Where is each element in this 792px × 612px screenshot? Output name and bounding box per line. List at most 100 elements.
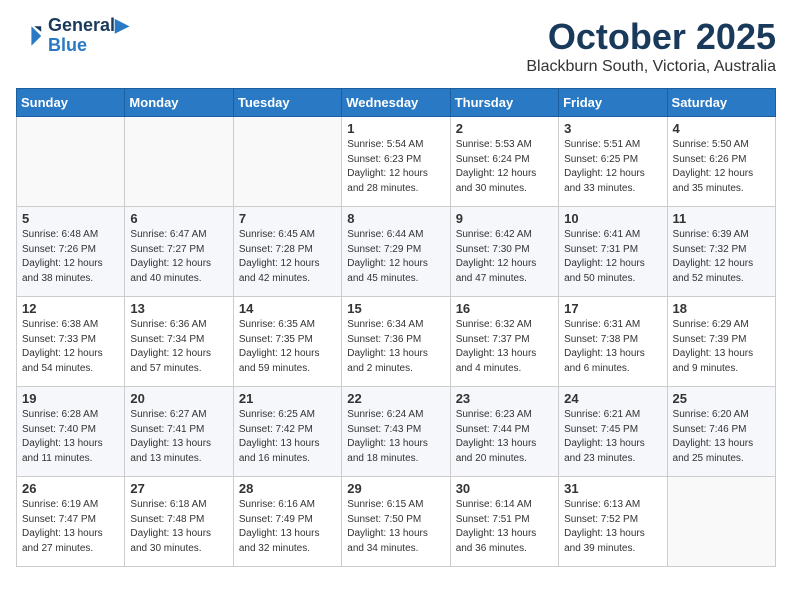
weekday-header: Sunday xyxy=(17,89,125,117)
day-info: Sunrise: 5:53 AM Sunset: 6:24 PM Dayligh… xyxy=(456,138,553,196)
calendar-cell: 8 Sunrise: 6:44 AM Sunset: 7:29 PM Daylig… xyxy=(342,207,450,297)
day-number: 28 xyxy=(239,481,336,496)
calendar-cell: 26 Sunrise: 6:19 AM Sunset: 7:47 PM Dayli… xyxy=(17,477,125,567)
logo-icon xyxy=(16,22,44,50)
calendar-cell: 3 Sunrise: 5:51 AM Sunset: 6:25 PM Daylig… xyxy=(559,117,667,207)
day-info: Sunrise: 6:27 AM Sunset: 7:41 PM Dayligh… xyxy=(130,408,227,466)
day-info: Sunrise: 6:21 AM Sunset: 7:45 PM Dayligh… xyxy=(564,408,661,466)
day-info: Sunrise: 6:29 AM Sunset: 7:39 PM Dayligh… xyxy=(673,318,770,376)
calendar-cell: 6 Sunrise: 6:47 AM Sunset: 7:27 PM Daylig… xyxy=(125,207,233,297)
day-info: Sunrise: 6:15 AM Sunset: 7:50 PM Dayligh… xyxy=(347,498,444,556)
calendar-cell xyxy=(667,477,775,567)
day-info: Sunrise: 6:18 AM Sunset: 7:48 PM Dayligh… xyxy=(130,498,227,556)
day-number: 2 xyxy=(456,121,553,136)
day-info: Sunrise: 6:34 AM Sunset: 7:36 PM Dayligh… xyxy=(347,318,444,376)
title-section: October 2025 Blackburn South, Victoria, … xyxy=(526,16,776,76)
calendar-cell: 31 Sunrise: 6:13 AM Sunset: 7:52 PM Dayli… xyxy=(559,477,667,567)
calendar-cell: 25 Sunrise: 6:20 AM Sunset: 7:46 PM Dayli… xyxy=(667,387,775,477)
calendar-cell: 7Sunrise: 6:45 AM Sunset: 7:28 PM Daylig… xyxy=(233,207,341,297)
day-number: 18 xyxy=(673,301,770,316)
calendar-table: SundayMondayTuesdayWednesdayThursdayFrid… xyxy=(16,88,776,567)
weekday-header: Saturday xyxy=(667,89,775,117)
day-info: Sunrise: 6:25 AM Sunset: 7:42 PM Dayligh… xyxy=(239,408,336,466)
weekday-header: Wednesday xyxy=(342,89,450,117)
day-info: Sunrise: 6:20 AM Sunset: 7:46 PM Dayligh… xyxy=(673,408,770,466)
day-number: 9 xyxy=(456,211,553,226)
calendar-cell: 23 Sunrise: 6:23 AM Sunset: 7:44 PM Dayli… xyxy=(450,387,558,477)
day-info: Sunrise: 6:14 AM Sunset: 7:51 PM Dayligh… xyxy=(456,498,553,556)
day-number: 11 xyxy=(673,211,770,226)
calendar-cell: 22Sunrise: 6:24 AM Sunset: 7:43 PM Dayli… xyxy=(342,387,450,477)
weekday-header-row: SundayMondayTuesdayWednesdayThursdayFrid… xyxy=(17,89,776,117)
day-number: 25 xyxy=(673,391,770,406)
calendar-cell xyxy=(233,117,341,207)
calendar-cell: 9 Sunrise: 6:42 AM Sunset: 7:30 PM Daylig… xyxy=(450,207,558,297)
calendar-cell: 20Sunrise: 6:27 AM Sunset: 7:41 PM Dayli… xyxy=(125,387,233,477)
day-number: 12 xyxy=(22,301,119,316)
calendar-cell: 18 Sunrise: 6:29 AM Sunset: 7:39 PM Dayli… xyxy=(667,297,775,387)
day-info: Sunrise: 6:44 AM Sunset: 7:29 PM Dayligh… xyxy=(347,228,444,286)
day-number: 3 xyxy=(564,121,661,136)
day-number: 17 xyxy=(564,301,661,316)
day-info: Sunrise: 6:42 AM Sunset: 7:30 PM Dayligh… xyxy=(456,228,553,286)
day-number: 15 xyxy=(347,301,444,316)
calendar-cell: 30 Sunrise: 6:14 AM Sunset: 7:51 PM Dayli… xyxy=(450,477,558,567)
calendar-cell: 12Sunrise: 6:38 AM Sunset: 7:33 PM Dayli… xyxy=(17,297,125,387)
day-number: 6 xyxy=(130,211,227,226)
day-number: 19 xyxy=(22,391,119,406)
day-number: 10 xyxy=(564,211,661,226)
calendar-week-row: 12Sunrise: 6:38 AM Sunset: 7:33 PM Dayli… xyxy=(17,297,776,387)
day-info: Sunrise: 6:47 AM Sunset: 7:27 PM Dayligh… xyxy=(130,228,227,286)
day-number: 29 xyxy=(347,481,444,496)
calendar-week-row: 1Sunrise: 5:54 AM Sunset: 6:23 PM Daylig… xyxy=(17,117,776,207)
weekday-header: Friday xyxy=(559,89,667,117)
day-number: 5 xyxy=(22,211,119,226)
day-number: 4 xyxy=(673,121,770,136)
day-info: Sunrise: 6:35 AM Sunset: 7:35 PM Dayligh… xyxy=(239,318,336,376)
calendar-cell: 2 Sunrise: 5:53 AM Sunset: 6:24 PM Daylig… xyxy=(450,117,558,207)
day-info: Sunrise: 5:50 AM Sunset: 6:26 PM Dayligh… xyxy=(673,138,770,196)
weekday-header: Thursday xyxy=(450,89,558,117)
day-number: 14 xyxy=(239,301,336,316)
calendar-cell: 4 Sunrise: 5:50 AM Sunset: 6:26 PM Daylig… xyxy=(667,117,775,207)
day-info: Sunrise: 6:19 AM Sunset: 7:47 PM Dayligh… xyxy=(22,498,119,556)
month-title: October 2025 xyxy=(526,16,776,58)
day-number: 1 xyxy=(347,121,444,136)
day-number: 22 xyxy=(347,391,444,406)
calendar-cell: 5Sunrise: 6:48 AM Sunset: 7:26 PM Daylig… xyxy=(17,207,125,297)
calendar-cell: 28Sunrise: 6:16 AM Sunset: 7:49 PM Dayli… xyxy=(233,477,341,567)
logo-text: General▶ Blue xyxy=(48,16,129,56)
day-info: Sunrise: 6:41 AM Sunset: 7:31 PM Dayligh… xyxy=(564,228,661,286)
day-number: 26 xyxy=(22,481,119,496)
logo: General▶ Blue xyxy=(16,16,129,56)
calendar-cell: 14 Sunrise: 6:35 AM Sunset: 7:35 PM Dayli… xyxy=(233,297,341,387)
calendar-cell: 29 Sunrise: 6:15 AM Sunset: 7:50 PM Dayli… xyxy=(342,477,450,567)
calendar-cell: 15 Sunrise: 6:34 AM Sunset: 7:36 PM Dayli… xyxy=(342,297,450,387)
day-number: 21 xyxy=(239,391,336,406)
location-title: Blackburn South, Victoria, Australia xyxy=(526,58,776,76)
day-info: Sunrise: 6:36 AM Sunset: 7:34 PM Dayligh… xyxy=(130,318,227,376)
calendar-cell: 21 Sunrise: 6:25 AM Sunset: 7:42 PM Dayli… xyxy=(233,387,341,477)
day-number: 7 xyxy=(239,211,336,226)
calendar-cell xyxy=(125,117,233,207)
calendar-cell: 11 Sunrise: 6:39 AM Sunset: 7:32 PM Dayli… xyxy=(667,207,775,297)
day-number: 23 xyxy=(456,391,553,406)
day-info: Sunrise: 6:31 AM Sunset: 7:38 PM Dayligh… xyxy=(564,318,661,376)
day-number: 8 xyxy=(347,211,444,226)
calendar-cell: 19Sunrise: 6:28 AM Sunset: 7:40 PM Dayli… xyxy=(17,387,125,477)
calendar-cell: 1Sunrise: 5:54 AM Sunset: 6:23 PM Daylig… xyxy=(342,117,450,207)
day-info: Sunrise: 5:51 AM Sunset: 6:25 PM Dayligh… xyxy=(564,138,661,196)
day-info: Sunrise: 6:39 AM Sunset: 7:32 PM Dayligh… xyxy=(673,228,770,286)
day-number: 27 xyxy=(130,481,227,496)
calendar-cell xyxy=(17,117,125,207)
day-number: 31 xyxy=(564,481,661,496)
day-info: Sunrise: 6:13 AM Sunset: 7:52 PM Dayligh… xyxy=(564,498,661,556)
day-info: Sunrise: 6:23 AM Sunset: 7:44 PM Dayligh… xyxy=(456,408,553,466)
calendar-cell: 17 Sunrise: 6:31 AM Sunset: 7:38 PM Dayli… xyxy=(559,297,667,387)
day-number: 13 xyxy=(130,301,227,316)
header: General▶ Blue October 2025 Blackburn Sou… xyxy=(16,16,776,76)
day-number: 30 xyxy=(456,481,553,496)
calendar-cell: 24Sunrise: 6:21 AM Sunset: 7:45 PM Dayli… xyxy=(559,387,667,477)
day-info: Sunrise: 6:32 AM Sunset: 7:37 PM Dayligh… xyxy=(456,318,553,376)
calendar-cell: 10 Sunrise: 6:41 AM Sunset: 7:31 PM Dayli… xyxy=(559,207,667,297)
